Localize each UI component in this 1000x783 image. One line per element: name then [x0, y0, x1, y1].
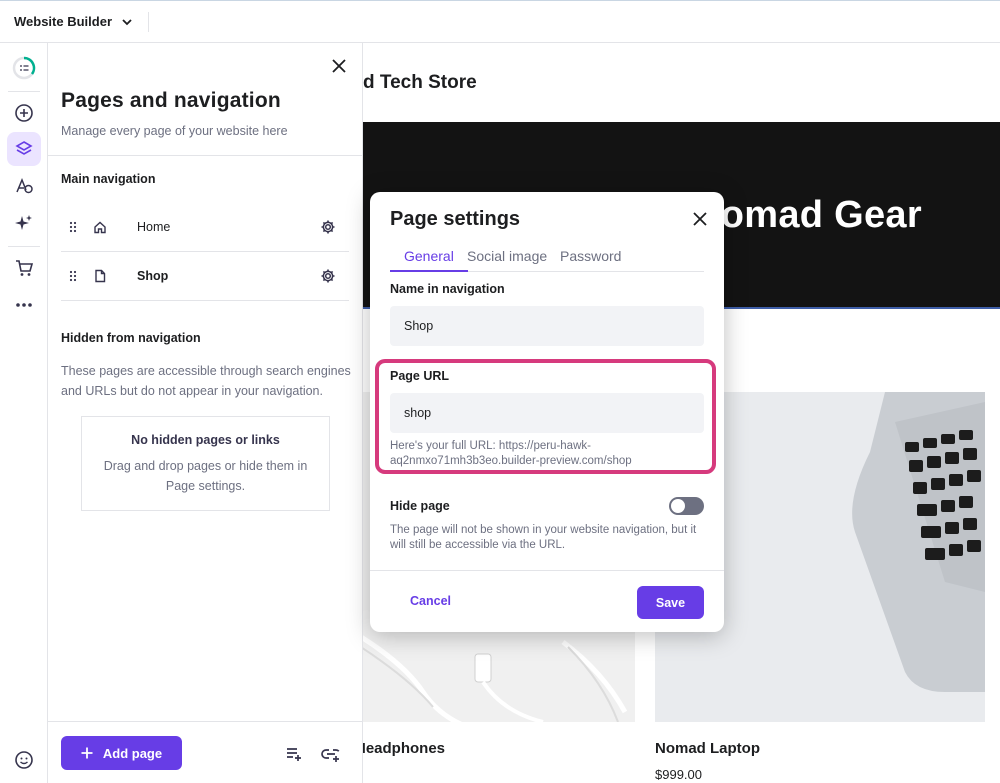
main-navigation-heading: Main navigation	[61, 172, 156, 186]
pages-panel: Pages and navigation Manage every page o…	[48, 43, 363, 783]
app-title: Website Builder	[14, 14, 113, 29]
tab-general[interactable]: General	[390, 248, 468, 272]
name-in-navigation-input[interactable]: Shop	[390, 306, 704, 346]
hidden-navigation-heading: Hidden from navigation	[61, 331, 201, 345]
save-button[interactable]: Save	[637, 586, 704, 619]
empty-description: Drag and drop pages or hide them in Page…	[103, 459, 308, 493]
drag-handle-icon[interactable]	[69, 221, 83, 233]
product-price: $999.00	[655, 767, 702, 782]
empty-title: No hidden pages or links	[131, 433, 280, 447]
layers-icon[interactable]	[7, 132, 41, 166]
hide-page-label: Hide page	[390, 499, 450, 513]
modal-tabs: General Social image Password	[390, 248, 704, 272]
close-icon[interactable]	[689, 208, 711, 230]
styles-icon[interactable]	[7, 169, 41, 203]
nav-item-label: Shop	[137, 269, 169, 283]
add-element-icon[interactable]	[7, 96, 41, 130]
rail-divider	[8, 91, 40, 92]
chevron-down-icon[interactable]	[120, 15, 134, 29]
page-settings-modal: Page settings General Social image Passw…	[370, 192, 724, 632]
panel-footer: Add page	[48, 721, 363, 783]
hero-title: Nomad Gear	[693, 194, 922, 236]
ai-sparkle-icon[interactable]	[7, 206, 41, 240]
divider	[61, 300, 349, 301]
tab-social-image[interactable]: Social image	[467, 248, 547, 272]
name-in-navigation-label: Name in navigation	[390, 282, 505, 296]
product-name[interactable]: Headphones	[363, 740, 445, 757]
cancel-button[interactable]: Cancel	[410, 594, 451, 608]
divider	[370, 570, 724, 571]
help-chat-icon[interactable]	[7, 743, 41, 777]
rail-divider	[8, 246, 40, 247]
divider	[148, 11, 150, 32]
nav-item-label: Home	[137, 220, 171, 234]
home-icon	[91, 220, 109, 234]
product-name[interactable]: Nomad Laptop	[655, 740, 760, 757]
hidden-navigation-description: These pages are accessible through searc…	[61, 364, 351, 398]
hidden-pages-dropzone[interactable]: No hidden pages or links Drag and drop p…	[81, 416, 330, 511]
add-link-icon[interactable]	[321, 744, 341, 764]
progress-checklist-icon[interactable]	[7, 51, 41, 85]
top-bar: Website Builder	[0, 0, 1000, 43]
toggle-knob	[671, 499, 685, 513]
page-icon	[91, 269, 109, 283]
close-icon[interactable]	[328, 55, 350, 77]
gear-icon[interactable]	[319, 219, 337, 235]
panel-subtitle: Manage every page of your website here	[61, 124, 288, 138]
add-page-button[interactable]: Add page	[61, 736, 182, 770]
nav-item-home[interactable]: Home	[61, 203, 349, 251]
hide-page-description: The page will not be shown in your websi…	[390, 524, 697, 551]
page-url-input[interactable]: shop	[390, 393, 704, 433]
modal-title: Page settings	[390, 208, 521, 230]
plus-icon	[81, 747, 93, 759]
left-rail	[0, 43, 48, 783]
store-name: d Tech Store	[363, 72, 477, 93]
hide-page-toggle[interactable]	[669, 497, 704, 515]
nav-item-shop[interactable]: Shop	[61, 252, 349, 300]
more-icon[interactable]	[7, 288, 41, 322]
drag-handle-icon[interactable]	[69, 270, 83, 282]
add-list-icon[interactable]	[284, 744, 304, 764]
page-url-label: Page URL	[390, 369, 450, 383]
gear-icon[interactable]	[319, 268, 337, 284]
divider	[48, 155, 363, 156]
add-page-label: Add page	[102, 745, 163, 761]
page-url-help: Here's your full URL: https://peru-hawk-…	[390, 440, 632, 467]
panel-title: Pages and navigation	[61, 89, 281, 112]
tab-password[interactable]: Password	[560, 248, 621, 272]
cart-icon[interactable]	[7, 251, 41, 285]
